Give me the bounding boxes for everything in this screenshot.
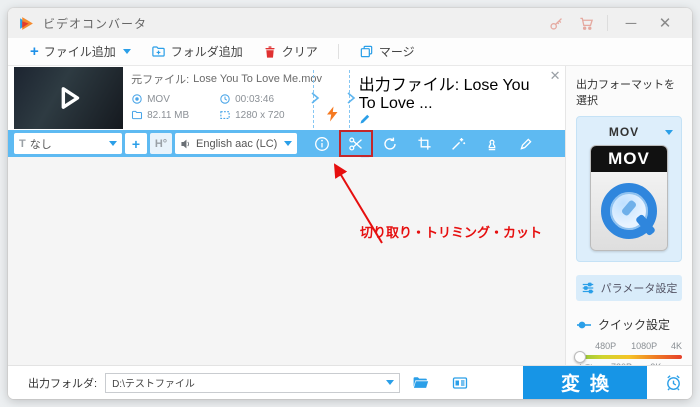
chevron-right-icon <box>310 92 320 104</box>
effects-wand-button[interactable] <box>441 130 475 157</box>
format-icon <box>131 93 143 105</box>
source-filename: Lose You To Love Me.mov <box>193 73 322 85</box>
subtitle-edit-pen-button[interactable] <box>509 130 543 157</box>
merge-button[interactable]: マージ <box>349 38 425 65</box>
lightning-bolt-icon <box>325 106 339 122</box>
add-file-button[interactable]: + ファイル追加 <box>20 38 141 65</box>
store-cart-icon[interactable] <box>571 8 601 38</box>
resolution-icon <box>219 109 231 121</box>
text-icon: T <box>19 138 26 150</box>
browse-folder-button[interactable] <box>400 375 440 390</box>
titlebar: ビデオコンバータ ─ ✕ <box>8 8 692 38</box>
chevron-down-icon[interactable] <box>123 49 131 54</box>
quick-settings-header: クイック設定 <box>576 316 682 333</box>
bottom-bar: 出力フォルダ: 変換 <box>8 365 692 399</box>
trash-icon <box>263 45 277 59</box>
source-resolution: 1280 x 720 <box>219 109 309 121</box>
output-folder-combobox[interactable] <box>105 373 400 393</box>
slider-track[interactable] <box>576 355 682 359</box>
chevron-right-icon <box>346 92 356 104</box>
quicktime-q-icon <box>601 183 657 239</box>
plus-icon: + <box>30 44 39 59</box>
source-file-info: 元ファイル: Lose You To Love Me.mov MOV <box>123 66 309 130</box>
conversion-connector <box>309 66 355 130</box>
hardcode-subtitle-button[interactable]: H° <box>150 133 172 154</box>
add-folder-button[interactable]: フォルダ追加 <box>141 38 253 65</box>
speaker-icon <box>180 138 192 150</box>
chevron-down-icon <box>284 141 292 146</box>
chevron-down-icon[interactable] <box>386 380 394 385</box>
register-key-icon[interactable] <box>541 8 571 38</box>
edit-toolbar: T なし + H° English aac (LC) <box>8 130 565 157</box>
convert-button[interactable]: 変換 <box>523 366 647 399</box>
minimize-button[interactable]: ─ <box>614 8 648 38</box>
audio-track-select[interactable]: English aac (LC) <box>175 133 297 154</box>
output-folder-input[interactable] <box>106 377 384 388</box>
merge-icon <box>359 44 374 59</box>
output-folder-label: 出力フォルダ: <box>28 375 97 391</box>
play-icon[interactable] <box>14 67 123 129</box>
file-row[interactable]: 元ファイル: Lose You To Love Me.mov MOV <box>8 66 565 130</box>
subtitle-select[interactable]: T なし <box>14 133 122 154</box>
content-area: 元ファイル: Lose You To Love Me.mov MOV <box>8 66 565 365</box>
quicktime-logo: MOV <box>590 145 668 251</box>
crop-button[interactable] <box>407 130 441 157</box>
format-section-label: 出力フォーマットを選択 <box>576 76 682 108</box>
video-thumbnail[interactable] <box>14 67 123 129</box>
folder-plus-icon <box>151 44 166 59</box>
close-button[interactable]: ✕ <box>648 8 682 38</box>
folder-icon <box>131 109 143 121</box>
open-output-folder-button[interactable] <box>440 376 480 390</box>
chevron-down-icon <box>109 141 117 146</box>
source-size: 82.11 MB <box>131 109 219 121</box>
chevron-down-icon <box>665 130 673 135</box>
sliders-icon <box>581 281 595 295</box>
parameter-settings-button[interactable]: パラメータ設定 <box>576 275 682 301</box>
app-window: ビデオコンバータ ─ ✕ + ファイル追加 <box>8 8 692 399</box>
annotation-label: 切り取り・トリミング・カット <box>360 222 542 241</box>
source-format: MOV <box>131 93 219 105</box>
output-format-sidebar: 出力フォーマットを選択 MOV MOV パラメータ設定 クイック設定 <box>565 66 692 365</box>
source-label: 元ファイル: <box>131 71 189 87</box>
cut-scissors-button[interactable] <box>339 130 373 157</box>
add-subtitle-button[interactable]: + <box>125 133 147 154</box>
main-toolbar: + ファイル追加 フォルダ追加 クリア マージ <box>8 38 692 66</box>
rotate-button[interactable] <box>373 130 407 157</box>
schedule-alarm-icon[interactable] <box>654 366 692 399</box>
remove-file-icon[interactable]: ✕ <box>545 66 565 130</box>
source-duration: 00:03:46 <box>219 93 309 105</box>
window-title: ビデオコンバータ <box>43 15 147 32</box>
watermark-stamp-button[interactable] <box>475 130 509 157</box>
output-label: 出力ファイル: <box>359 77 459 94</box>
clear-button[interactable]: クリア <box>253 38 328 65</box>
format-select[interactable]: MOV <box>583 123 675 145</box>
format-card: MOV MOV <box>576 116 682 262</box>
rename-pencil-icon[interactable] <box>359 113 543 125</box>
output-file-info: 出力ファイル: Lose You To Love ... MOV <box>355 66 543 130</box>
clock-icon <box>219 93 231 105</box>
slider-handle-icon <box>576 320 592 330</box>
info-button[interactable] <box>305 130 339 157</box>
app-logo-icon <box>18 15 35 32</box>
